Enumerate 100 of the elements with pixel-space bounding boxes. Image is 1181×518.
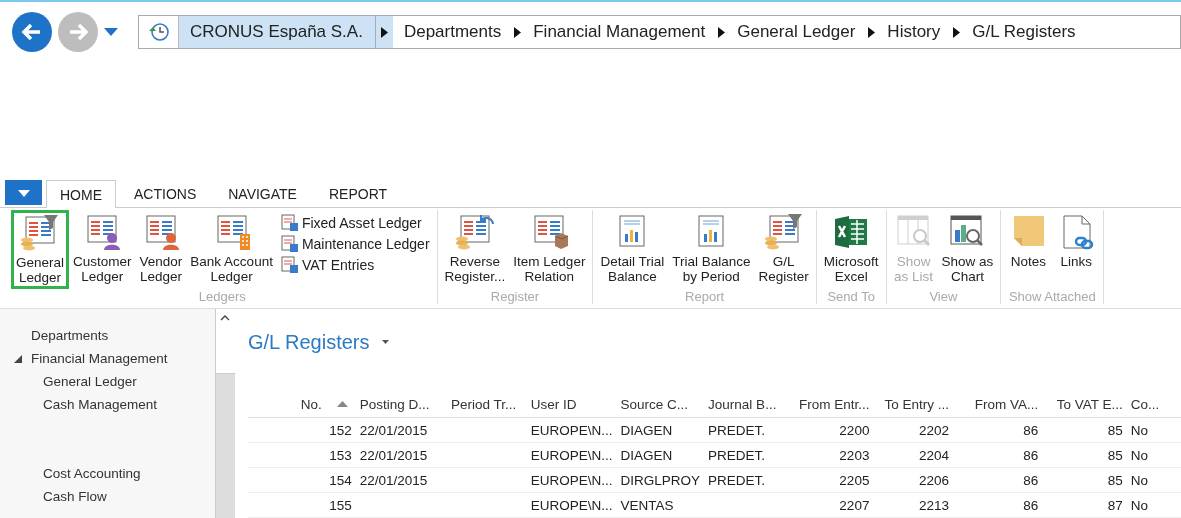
column-header[interactable]: Posting D...: [359, 396, 430, 412]
table-cell: 85: [1107, 422, 1123, 438]
chevron-icon[interactable]: [868, 26, 876, 38]
table-cell: EUROPE\N...: [530, 472, 613, 488]
table-cell: 2207: [839, 497, 870, 513]
column-header[interactable]: Source C...: [620, 396, 689, 412]
table-cell: EUROPE\N...: [530, 447, 613, 463]
nav-item[interactable]: Cash Management: [43, 397, 158, 412]
breadcrumb-item[interactable]: Financial Management: [522, 16, 718, 48]
ribbon-tab[interactable]: NAVIGATE: [214, 180, 311, 207]
ribbon-tab[interactable]: HOME: [46, 180, 116, 208]
ribbon-button[interactable]: Trial Balance by Period: [668, 210, 755, 289]
column-header[interactable]: Journal B...: [708, 396, 777, 412]
nav-item[interactable]: General Ledger: [43, 374, 137, 389]
breadcrumb-item[interactable]: CRONUS España S.A.: [179, 16, 375, 48]
ribbon-button[interactable]: G/L Register: [754, 210, 813, 289]
ribbon-button[interactable]: Bank Account Ledger: [186, 210, 277, 289]
chevron-icon[interactable]: [953, 26, 961, 38]
column-header[interactable]: Period Tr...: [451, 396, 517, 412]
nav-item[interactable]: Cost Accounting: [43, 466, 141, 481]
breadcrumb-item[interactable]: History: [876, 16, 953, 48]
table-cell: 22/01/2015: [359, 472, 428, 488]
column-header[interactable]: No.: [300, 396, 322, 412]
column-header[interactable]: To Entry ...: [884, 396, 950, 412]
chevron-up-icon[interactable]: [220, 315, 230, 321]
table-cell: 86: [1023, 447, 1039, 463]
caret-icon[interactable]: [104, 28, 118, 36]
ribbon-button[interactable]: Reverse Register...: [440, 210, 510, 289]
nav-item[interactable]: Cash Flow: [43, 489, 107, 504]
table-cell: No: [1130, 497, 1148, 513]
table-cell: PREDET.: [708, 447, 766, 463]
table-cell: 155: [329, 497, 352, 513]
nav-item[interactable]: Financial Management: [31, 351, 168, 366]
ribbon-group-label: Report: [684, 289, 726, 304]
table-cell: No: [1130, 447, 1148, 463]
table-cell: DIAGEN: [620, 422, 673, 438]
table-cell: 153: [329, 447, 352, 463]
document-icon: [280, 256, 299, 274]
table-cell: No: [1130, 472, 1148, 488]
table-cell: 86: [1023, 422, 1039, 438]
ribbon-button[interactable]: Fixed Asset Ledger: [276, 214, 434, 232]
column-header[interactable]: To VAT E...: [1056, 396, 1123, 412]
breadcrumb-item[interactable]: General Ledger: [726, 16, 868, 48]
column-header[interactable]: User ID: [530, 396, 577, 412]
ribbon-group-label: Register: [489, 289, 541, 304]
column-header[interactable]: From Entr...: [798, 396, 870, 412]
back-button[interactable]: [12, 12, 52, 52]
table-cell: EUROPE\N...: [530, 422, 613, 438]
ledger-funnel-icon: [20, 215, 60, 251]
chevron-icon[interactable]: [718, 26, 726, 38]
table-cell: 86: [1023, 472, 1039, 488]
chevron-icon[interactable]: [514, 26, 522, 38]
ribbon-button[interactable]: General Ledger: [11, 210, 70, 289]
ribbon-group-label: View: [928, 289, 959, 304]
ribbon-button[interactable]: Item Ledger Relation: [509, 210, 590, 289]
history-icon[interactable]: [147, 22, 170, 42]
table-cell: DIRGLPROY: [620, 472, 701, 488]
ribbon-button[interactable]: Vendor Ledger: [135, 210, 187, 289]
ribbon-tab[interactable]: ACTIONS: [120, 180, 211, 207]
ribbon-button[interactable]: Links: [1052, 210, 1101, 289]
breadcrumb-item[interactable]: G/L Registers: [961, 16, 1088, 48]
breadcrumb-item[interactable]: Departments: [392, 16, 514, 48]
ribbon-button[interactable]: Notes: [1004, 210, 1053, 289]
ribbon-group-label: Ledgers: [197, 289, 247, 304]
column-header[interactable]: From VA...: [974, 396, 1039, 412]
table-cell: 2213: [919, 497, 950, 513]
ribbon-button[interactable]: Maintenance Ledger: [276, 235, 434, 253]
table-cell: DIAGEN: [620, 447, 673, 463]
caret-icon: [17, 190, 30, 197]
table-cell: 22/01/2015: [359, 422, 428, 438]
ribbon-group-label: Show Attached: [1007, 289, 1097, 304]
ribbon-button[interactable]: VAT Entries: [276, 256, 434, 274]
nav-item[interactable]: Departments: [31, 328, 109, 343]
ribbon-button[interactable]: Customer Ledger: [69, 210, 136, 289]
table-cell: 2200: [839, 422, 870, 438]
ribbon-tab[interactable]: REPORT: [314, 180, 402, 207]
table-cell: 2206: [919, 472, 950, 488]
table-cell: 86: [1023, 497, 1039, 513]
page-title: G/L Registers: [248, 330, 370, 354]
chevron-icon[interactable]: [380, 26, 388, 38]
table-cell: 2202: [919, 422, 950, 438]
expand-arrow-icon[interactable]: [14, 354, 22, 363]
table-cell: 22/01/2015: [359, 447, 428, 463]
table-cell: 87: [1107, 497, 1123, 513]
ledger-undo-icon: [454, 214, 495, 250]
table-cell: 152: [329, 422, 352, 438]
scrollbar[interactable]: [215, 309, 235, 518]
table-cell: PREDET.: [708, 472, 766, 488]
table-cell: PREDET.: [708, 422, 766, 438]
table-cell: 2203: [839, 447, 870, 463]
table-cell: VENTAS: [620, 497, 674, 513]
ribbon-button[interactable]: Microsoft Excel: [819, 210, 883, 289]
ribbon-button[interactable]: Detail Trial Balance: [596, 210, 669, 289]
ribbon-button[interactable]: Show as Chart: [937, 210, 998, 289]
column-header[interactable]: Co...: [1130, 396, 1160, 412]
table-cell: EUROPE\N...: [530, 497, 613, 513]
menu-button[interactable]: [5, 180, 42, 205]
caret-icon[interactable]: [381, 340, 389, 344]
table-cell: 154: [329, 472, 352, 488]
document-icon: [280, 214, 299, 232]
